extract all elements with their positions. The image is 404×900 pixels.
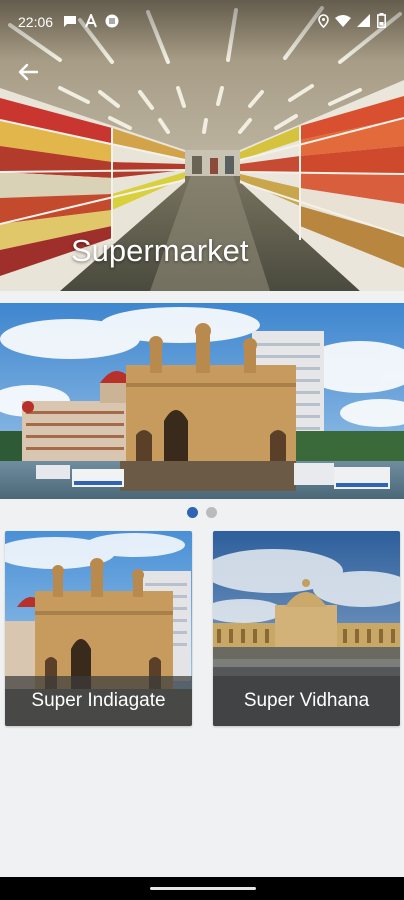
status-bar: 22:06 xyxy=(0,0,404,44)
carousel-indicator xyxy=(0,507,404,518)
carousel-dot-active[interactable] xyxy=(187,507,198,518)
battery-icon xyxy=(377,13,387,31)
carousel-image xyxy=(0,303,404,499)
location-icon xyxy=(318,13,329,31)
card-grid: Super Indiagate Super Vidhana xyxy=(5,531,401,726)
card-label: Super Vidhana xyxy=(213,676,400,726)
back-button[interactable] xyxy=(12,58,44,90)
message-icon xyxy=(63,14,77,31)
card-super-vidhana[interactable]: Super Vidhana xyxy=(213,531,400,726)
carousel-dot[interactable] xyxy=(206,507,217,518)
sync-icon xyxy=(105,14,119,31)
wifi-icon xyxy=(335,14,351,31)
status-time: 22:06 xyxy=(18,14,54,30)
system-nav-bar xyxy=(0,877,404,900)
card-super-indiagate[interactable]: Super Indiagate xyxy=(5,531,192,726)
font-icon xyxy=(85,11,97,31)
signal-icon xyxy=(357,13,371,31)
arrow-left-icon xyxy=(18,63,39,86)
home-indicator[interactable] xyxy=(150,887,256,890)
page-title: Supermarket xyxy=(71,233,249,268)
image-carousel[interactable] xyxy=(0,303,404,499)
card-label: Super Indiagate xyxy=(5,676,192,726)
